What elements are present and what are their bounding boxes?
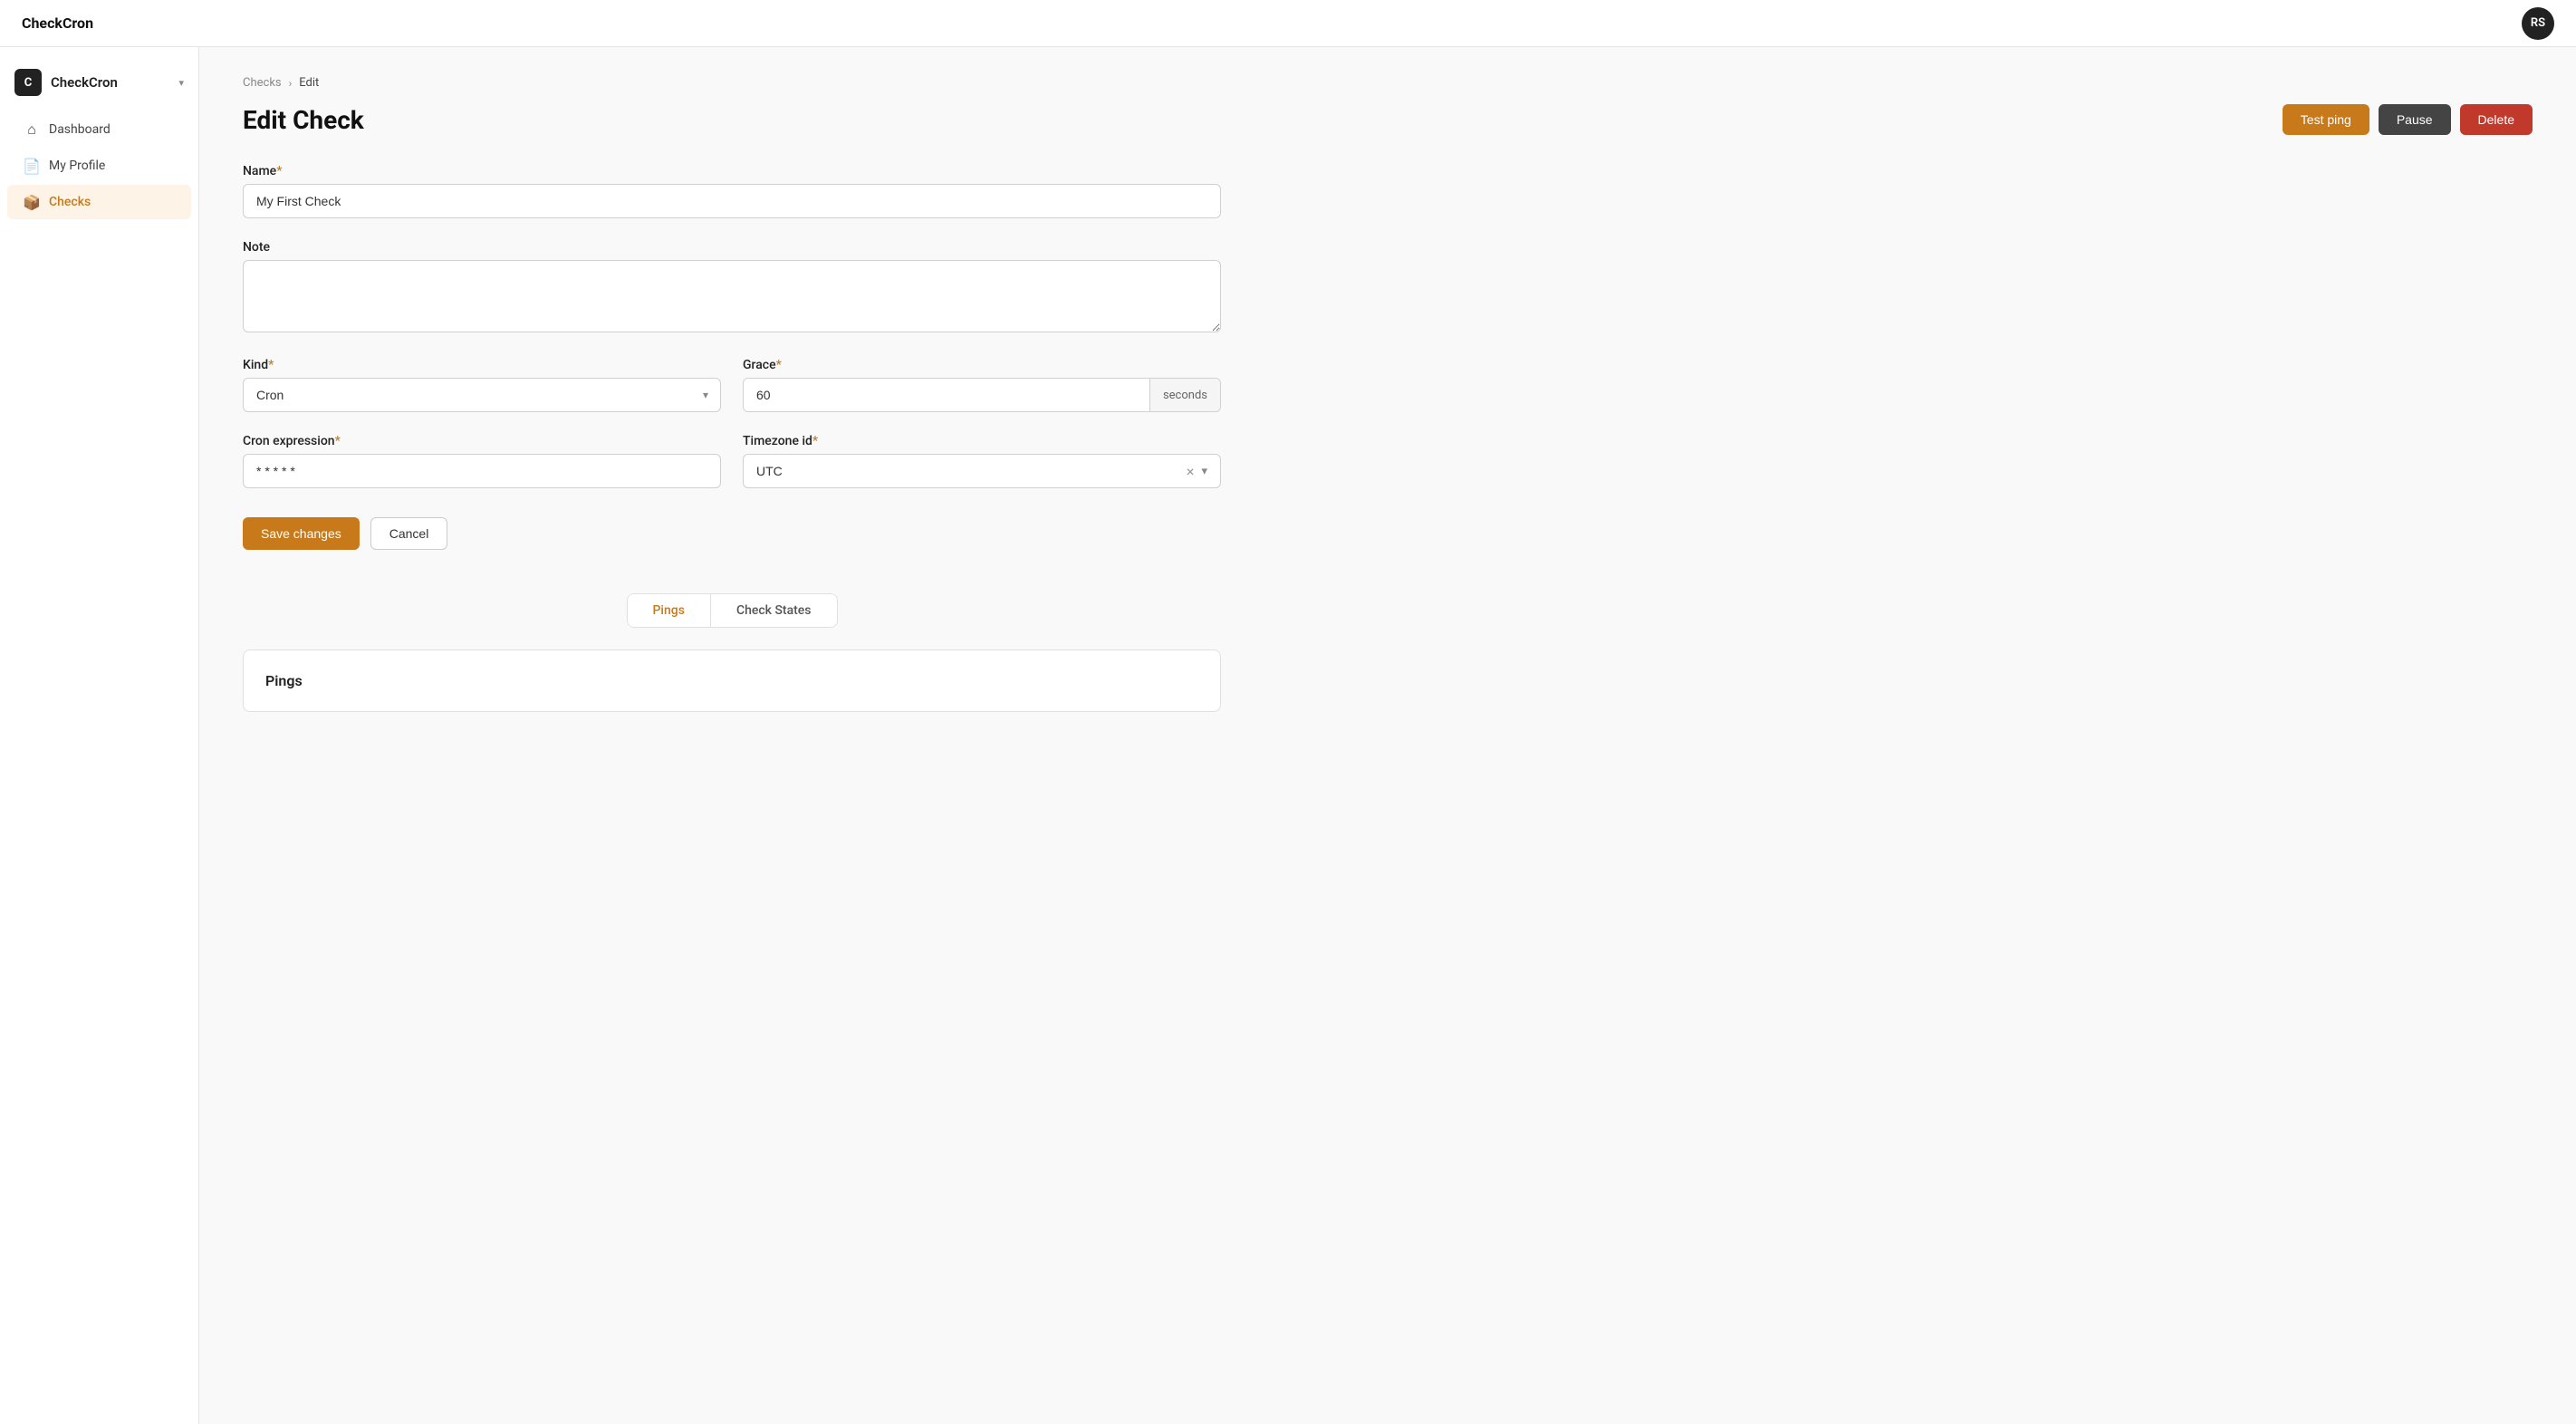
tab-pings[interactable]: Pings (628, 594, 711, 627)
pings-card-title: Pings (265, 672, 1198, 689)
timezone-label: Timezone id* (743, 434, 1221, 448)
sidebar-item-label-profile: My Profile (49, 159, 105, 173)
sidebar: C CheckCron ▾ ⌂ Dashboard 📄 My Profile 📦… (0, 47, 199, 1424)
breadcrumb-checks[interactable]: Checks (243, 76, 282, 90)
edit-check-form: Name* Note Kind* Cron Simp (243, 164, 1221, 550)
name-field-group: Name* (243, 164, 1221, 218)
sidebar-item-label-checks: Checks (49, 195, 91, 209)
grace-field-group: Grace* seconds (743, 358, 1221, 412)
app-logo: CheckCron (22, 14, 93, 32)
tabs-bar: Pings Check States (243, 593, 1221, 628)
note-input[interactable] (243, 260, 1221, 332)
sidebar-chevron-icon: ▾ (178, 77, 184, 89)
kind-field-group: Kind* Cron Simple ▾ (243, 358, 721, 412)
home-icon: ⌂ (24, 121, 40, 138)
sidebar-brand-icon: C (14, 69, 42, 96)
sidebar-item-my-profile[interactable]: 📄 My Profile (7, 149, 191, 183)
sidebar-brand-name: CheckCron (51, 74, 118, 91)
sidebar-nav: ⌂ Dashboard 📄 My Profile 📦 Checks (0, 112, 198, 219)
breadcrumb-edit: Edit (299, 76, 319, 90)
cron-timezone-row: Cron expression* Timezone id* × ▾ (243, 434, 1221, 510)
delete-button[interactable]: Delete (2460, 104, 2533, 135)
note-field-group: Note (243, 240, 1221, 336)
user-avatar[interactable]: RS (2522, 7, 2554, 40)
form-actions: Save changes Cancel (243, 517, 1221, 550)
cron-expression-field-group: Cron expression* (243, 434, 721, 488)
pause-button[interactable]: Pause (2379, 104, 2451, 135)
sidebar-brand[interactable]: C CheckCron ▾ (0, 62, 198, 111)
tabs-section: Pings Check States Pings (243, 593, 1221, 712)
timezone-clear-icon[interactable]: × (1183, 463, 1198, 480)
checks-icon: 📦 (24, 194, 40, 210)
page-header: Edit Check Test ping Pause Delete (243, 104, 2533, 135)
kind-label: Kind* (243, 358, 721, 372)
timezone-field-group: Timezone id* × ▾ (743, 434, 1221, 488)
main-content: Checks › Edit Edit Check Test ping Pause… (199, 47, 2576, 1424)
breadcrumb-separator: › (289, 77, 293, 90)
sidebar-item-checks[interactable]: 📦 Checks (7, 185, 191, 219)
timezone-input[interactable] (753, 455, 1183, 487)
grace-input[interactable] (744, 379, 1149, 411)
tab-check-states[interactable]: Check States (711, 594, 837, 627)
cron-expression-input[interactable] (243, 454, 721, 488)
timezone-input-wrapper: × ▾ (743, 454, 1221, 488)
note-label: Note (243, 240, 1221, 255)
kind-select-wrapper: Cron Simple ▾ (243, 378, 721, 412)
kind-grace-row: Kind* Cron Simple ▾ Grace* (243, 358, 1221, 434)
grace-input-wrapper: seconds (743, 378, 1221, 412)
profile-icon: 📄 (24, 158, 40, 174)
grace-suffix: seconds (1149, 379, 1220, 411)
header-actions: Test ping Pause Delete (2283, 104, 2533, 135)
timezone-chevron-icon[interactable]: ▾ (1197, 465, 1211, 478)
grace-label: Grace* (743, 358, 1221, 372)
topbar: CheckCron RS (0, 0, 2576, 47)
breadcrumb: Checks › Edit (243, 76, 2533, 90)
page-title: Edit Check (243, 105, 364, 135)
kind-select[interactable]: Cron Simple (243, 378, 721, 412)
cron-expression-label: Cron expression* (243, 434, 721, 448)
tabs-container: Pings Check States (627, 593, 838, 628)
cancel-button[interactable]: Cancel (370, 517, 448, 550)
sidebar-item-label-dashboard: Dashboard (49, 122, 111, 137)
sidebar-item-dashboard[interactable]: ⌂ Dashboard (7, 112, 191, 147)
name-input[interactable] (243, 184, 1221, 218)
name-label: Name* (243, 164, 1221, 178)
test-ping-button[interactable]: Test ping (2283, 104, 2369, 135)
save-changes-button[interactable]: Save changes (243, 517, 360, 550)
pings-card: Pings (243, 649, 1221, 712)
